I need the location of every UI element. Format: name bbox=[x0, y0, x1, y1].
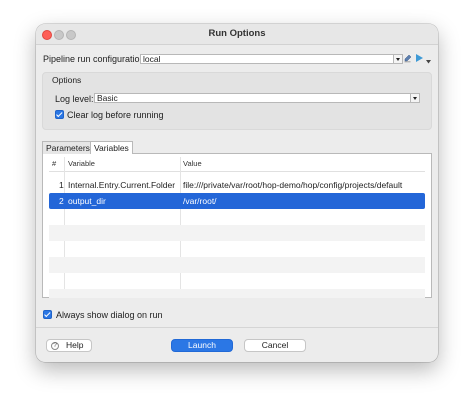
run-play-icon[interactable] bbox=[415, 53, 424, 65]
title-bar: Run Options bbox=[36, 24, 438, 45]
variables-table: # Variable Value 1 Internal.Entry.Curren… bbox=[49, 157, 425, 298]
footer-divider bbox=[36, 327, 438, 328]
row-index: 1 bbox=[59, 180, 64, 190]
log-level-select[interactable]: Basic bbox=[94, 93, 420, 103]
column-header-variable: Variable bbox=[68, 159, 95, 168]
empty-table-row[interactable] bbox=[49, 289, 425, 298]
clear-log-label: Clear log before running bbox=[67, 110, 164, 120]
always-show-checkbox[interactable] bbox=[43, 310, 52, 319]
help-button[interactable]: ? Help bbox=[46, 339, 92, 352]
tab-variables[interactable]: Variables bbox=[90, 141, 133, 154]
column-header-value: Value bbox=[183, 159, 202, 168]
launch-button[interactable]: Launch bbox=[171, 339, 233, 352]
row-value[interactable]: file:///private/var/root/hop-demo/hop/co… bbox=[183, 180, 402, 190]
pipeline-config-select[interactable]: local bbox=[140, 54, 403, 64]
chevron-down-icon bbox=[393, 55, 402, 63]
pipeline-config-label: Pipeline run configuration bbox=[43, 54, 145, 64]
options-group-label: Options bbox=[52, 75, 82, 85]
help-button-label: Help bbox=[66, 340, 84, 350]
row-variable[interactable]: Internal.Entry.Current.Folder bbox=[68, 180, 175, 190]
empty-table-row[interactable] bbox=[49, 225, 425, 241]
clear-log-checkbox[interactable] bbox=[55, 110, 64, 119]
row-index: 2 bbox=[59, 196, 64, 206]
table-row-selected[interactable]: 2 output_dir /var/root/ bbox=[49, 193, 425, 209]
log-level-label: Log level: bbox=[55, 94, 94, 104]
row-value[interactable]: /var/root/ bbox=[183, 196, 217, 206]
log-level-value: Basic bbox=[97, 93, 118, 103]
question-icon: ? bbox=[51, 341, 59, 350]
row-variable[interactable]: output_dir bbox=[68, 196, 106, 206]
tab-parameters[interactable]: Parameters bbox=[42, 141, 94, 154]
cancel-button[interactable]: Cancel bbox=[244, 339, 306, 352]
pipeline-config-value: local bbox=[143, 54, 161, 64]
run-menu-chevron-down-icon[interactable] bbox=[426, 56, 431, 66]
always-show-label: Always show dialog on run bbox=[56, 310, 163, 320]
empty-table-row[interactable] bbox=[49, 257, 425, 273]
chevron-down-icon bbox=[410, 94, 419, 102]
table-header: # Variable Value bbox=[49, 157, 425, 172]
window-title: Run Options bbox=[208, 28, 266, 39]
column-header-index: # bbox=[52, 159, 57, 168]
edit-config-icon[interactable] bbox=[404, 53, 412, 65]
table-row[interactable]: 1 Internal.Entry.Current.Folder file:///… bbox=[49, 177, 425, 193]
